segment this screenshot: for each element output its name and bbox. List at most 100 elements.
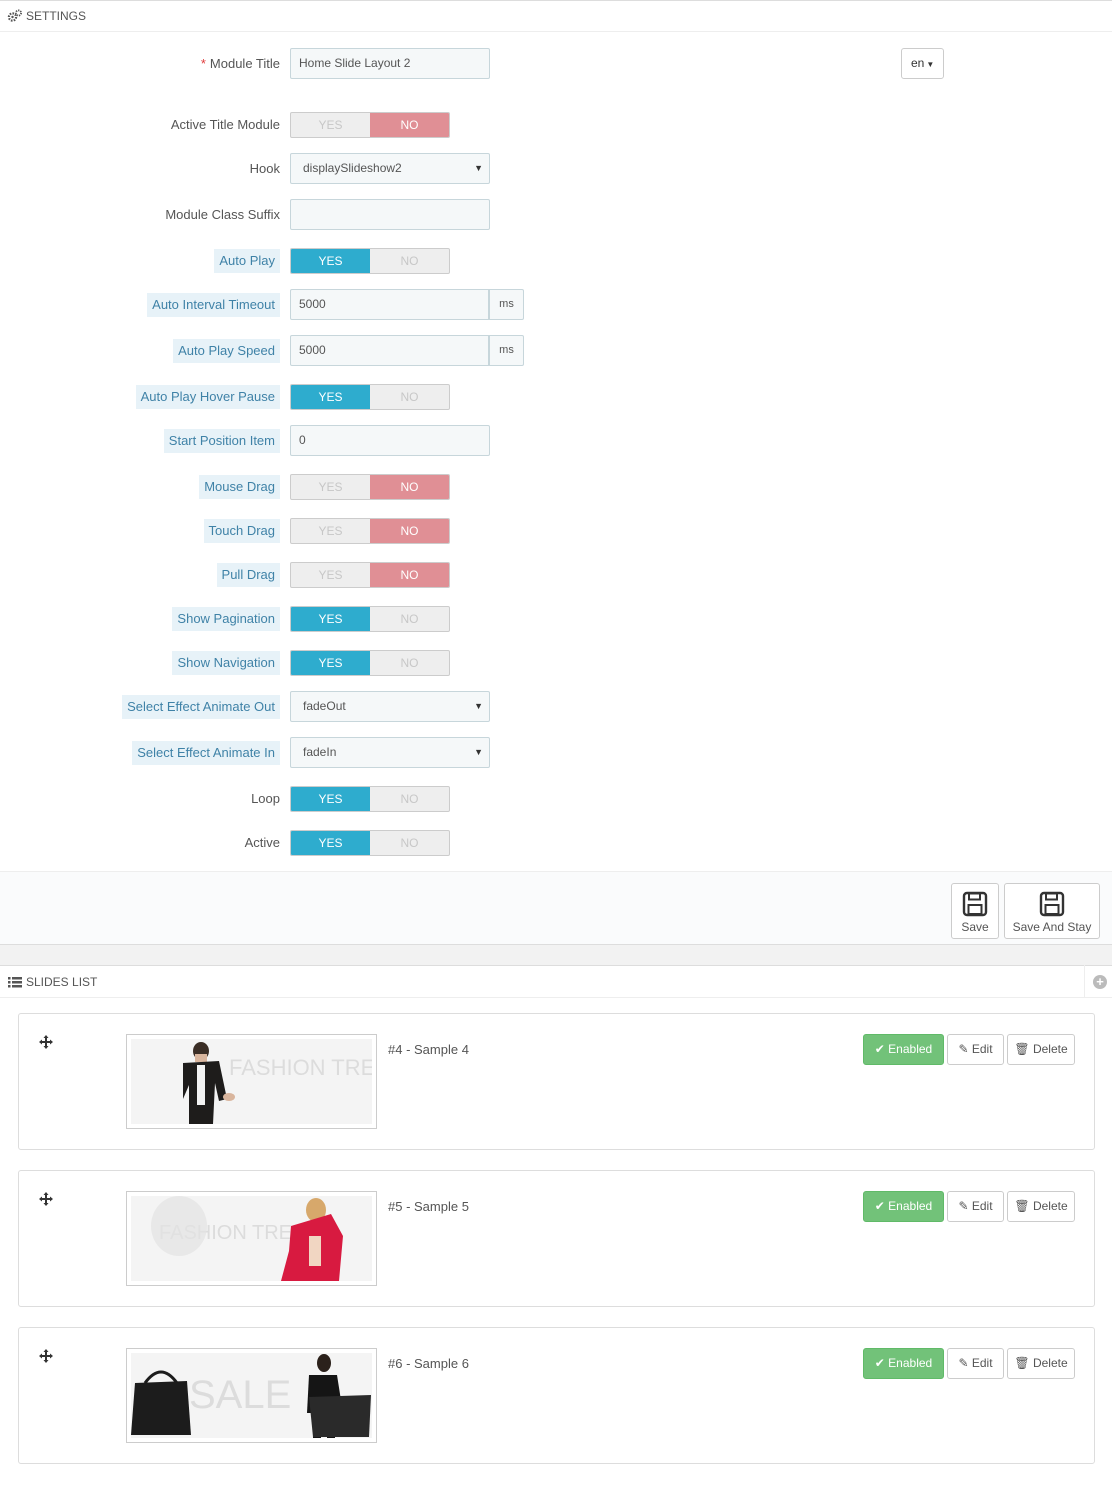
save-icon xyxy=(962,891,988,917)
enabled-status-button[interactable]: ✔ Enabled xyxy=(863,1348,944,1379)
edit-button[interactable]: ✎ Edit xyxy=(947,1034,1004,1065)
switch-yes[interactable]: YES xyxy=(291,607,370,631)
module-class-suffix-row: Module Class Suffix xyxy=(0,199,1112,231)
delete-button[interactable]: 🗑 Delete xyxy=(1007,1191,1075,1222)
switch-no[interactable]: NO xyxy=(370,651,449,675)
pull-drag-label: Pull Drag xyxy=(216,563,280,587)
active-label: Active xyxy=(244,835,280,850)
enabled-status-button[interactable]: ✔ Enabled xyxy=(863,1034,944,1065)
hook-row: Hook displaySlideshow2 ▼ xyxy=(0,153,1112,185)
active-row: Active YES NO xyxy=(0,830,1112,862)
touch-drag-switch[interactable]: YES NO xyxy=(290,518,450,544)
switch-no[interactable]: NO xyxy=(370,607,449,631)
switch-no[interactable]: NO xyxy=(370,787,449,811)
switch-no[interactable]: NO xyxy=(370,831,449,855)
hook-label: Hook xyxy=(249,161,280,176)
module-title-input[interactable]: Home Slide Layout 2 xyxy=(290,48,490,79)
slide-thumbnail: FASHION TREND xyxy=(126,1034,377,1129)
settings-heading-text: SETTINGS xyxy=(26,9,87,23)
select-caret-icon: ▼ xyxy=(474,747,483,757)
delete-button[interactable]: 🗑 Delete xyxy=(1007,1034,1075,1065)
animate-out-row: Select Effect Animate Out fadeOut ▼ xyxy=(0,691,1112,723)
switch-yes[interactable]: YES xyxy=(291,651,370,675)
active-title-module-row: Active Title Module YES NO xyxy=(0,112,1112,144)
switch-yes[interactable]: YES xyxy=(291,563,370,587)
touch-drag-row: Touch Drag YES NO xyxy=(0,518,1112,550)
enabled-status-button[interactable]: ✔ Enabled xyxy=(863,1191,944,1222)
auto-play-hover-pause-switch[interactable]: YES NO xyxy=(290,384,450,410)
trash-icon: 🗑 xyxy=(1014,1199,1030,1213)
slides-list-heading: SLIDES LIST xyxy=(0,965,1112,998)
show-navigation-row: Show Navigation YES NO xyxy=(0,650,1112,682)
edit-icon: ✎ xyxy=(958,1199,969,1213)
trash-icon: 🗑 xyxy=(1014,1042,1030,1056)
move-handle-icon[interactable] xyxy=(39,1035,53,1049)
animate-out-select[interactable]: fadeOut ▼ xyxy=(290,691,490,722)
mouse-drag-label: Mouse Drag xyxy=(199,475,280,499)
select-caret-icon: ▼ xyxy=(474,701,483,711)
active-switch[interactable]: YES NO xyxy=(290,830,450,856)
pull-drag-switch[interactable]: YES NO xyxy=(290,562,450,588)
auto-play-switch[interactable]: YES NO xyxy=(290,248,450,274)
slide-title: #6 - Sample 6 xyxy=(388,1356,469,1371)
ms-unit-addon: ms xyxy=(489,335,524,366)
move-handle-icon[interactable] xyxy=(39,1192,53,1206)
loop-row: Loop YES NO xyxy=(0,786,1112,818)
save-button[interactable]: Save xyxy=(951,883,999,939)
animate-in-select[interactable]: fadeIn ▼ xyxy=(290,737,490,768)
add-slide-button[interactable]: + xyxy=(1084,965,1112,998)
switch-yes[interactable]: YES xyxy=(291,249,370,273)
slide-image: SALE xyxy=(131,1353,372,1438)
start-position-item-row: Start Position Item 0 xyxy=(0,425,1112,457)
model-figure xyxy=(151,1196,343,1281)
move-handle-icon[interactable] xyxy=(39,1349,53,1363)
check-icon: ✔ xyxy=(874,1356,885,1370)
edit-icon: ✎ xyxy=(958,1356,969,1370)
language-dropdown[interactable]: en ▼ xyxy=(901,48,944,79)
switch-yes[interactable]: YES xyxy=(291,831,370,855)
switch-no[interactable]: NO xyxy=(370,475,449,499)
start-position-item-label: Start Position Item xyxy=(163,429,280,453)
caret-down-icon: ▼ xyxy=(926,60,935,69)
switch-yes[interactable]: YES xyxy=(291,113,370,137)
auto-play-label: Auto Play xyxy=(214,249,280,273)
mouse-drag-switch[interactable]: YES NO xyxy=(290,474,450,500)
switch-no[interactable]: NO xyxy=(370,249,449,273)
switch-yes[interactable]: YES xyxy=(291,385,370,409)
show-navigation-switch[interactable]: YES NO xyxy=(290,650,450,676)
switch-no[interactable]: NO xyxy=(370,113,449,137)
edit-button[interactable]: ✎ Edit xyxy=(947,1348,1004,1379)
switch-no[interactable]: NO xyxy=(370,519,449,543)
switch-no[interactable]: NO xyxy=(370,385,449,409)
edit-button[interactable]: ✎ Edit xyxy=(947,1191,1004,1222)
show-navigation-label: Show Navigation xyxy=(172,651,280,675)
auto-interval-timeout-input[interactable]: 5000 xyxy=(290,289,489,320)
switch-no[interactable]: NO xyxy=(370,563,449,587)
select-caret-icon: ▼ xyxy=(474,163,483,173)
slide-card: FASHION TREND #4 - Sample 4 ✔ Enabled ✎ … xyxy=(18,1013,1095,1150)
module-title-label: * Module Title xyxy=(200,56,280,71)
hook-select[interactable]: displaySlideshow2 ▼ xyxy=(290,153,490,184)
loop-switch[interactable]: YES NO xyxy=(290,786,450,812)
ms-unit-addon: ms xyxy=(489,289,524,320)
active-title-module-switch[interactable]: YES NO xyxy=(290,112,450,138)
mouse-drag-row: Mouse Drag YES NO xyxy=(0,474,1112,506)
show-pagination-label: Show Pagination xyxy=(172,607,280,631)
edit-icon: ✎ xyxy=(958,1042,969,1056)
slide-card: SALE #6 - Sample 6 ✔ Enabled ✎ Edit 🗑 De… xyxy=(18,1327,1095,1464)
module-class-suffix-input[interactable] xyxy=(290,199,490,230)
panel-separator xyxy=(0,945,1112,965)
slide-image: FASHION TREND xyxy=(131,1196,372,1281)
save-and-stay-button[interactable]: Save And Stay xyxy=(1004,883,1100,939)
show-pagination-switch[interactable]: YES NO xyxy=(290,606,450,632)
start-position-item-input[interactable]: 0 xyxy=(290,425,490,456)
cogs-icon xyxy=(7,9,23,23)
switch-yes[interactable]: YES xyxy=(291,475,370,499)
slides-list-heading-text: SLIDES LIST xyxy=(26,974,98,989)
switch-yes[interactable]: YES xyxy=(291,787,370,811)
auto-play-speed-input[interactable]: 5000 xyxy=(290,335,489,366)
delete-button[interactable]: 🗑 Delete xyxy=(1007,1348,1075,1379)
loop-label: Loop xyxy=(251,791,280,806)
plus-circle-icon: + xyxy=(1093,975,1107,989)
switch-yes[interactable]: YES xyxy=(291,519,370,543)
